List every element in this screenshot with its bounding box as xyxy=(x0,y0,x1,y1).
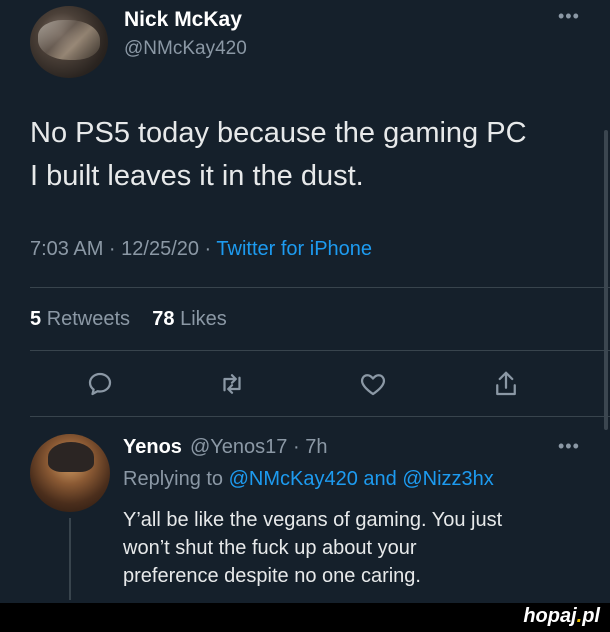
retweets-label: Retweets xyxy=(46,308,131,330)
author-name[interactable]: Nick McKay xyxy=(124,8,242,32)
reply-icon xyxy=(88,372,112,396)
logo-text: hopaj xyxy=(523,605,577,627)
more-options-icon[interactable]: ••• xyxy=(558,6,580,27)
reply-button[interactable] xyxy=(80,364,120,404)
site-logo: hopaj.pl xyxy=(523,605,600,628)
mention-and: and xyxy=(357,468,403,490)
replying-prefix: Replying to xyxy=(123,468,229,490)
mention-link[interactable]: @Nizz3hx xyxy=(402,468,493,490)
tweet-text-line: I built leaves it in the dust. xyxy=(30,160,364,192)
reply-text: Y’all be like the vegans of gaming. You … xyxy=(123,506,593,590)
likes-label: Likes xyxy=(180,308,227,330)
divider xyxy=(30,287,610,288)
likes-stat[interactable]: 78 Likes xyxy=(152,308,227,330)
retweet-icon xyxy=(223,374,241,394)
avatar[interactable] xyxy=(30,6,108,78)
reply-author-name[interactable]: Yenos xyxy=(123,436,182,459)
mention-link[interactable]: @NMcKay420 xyxy=(229,468,358,490)
tweet-timestamp: 7:03 AM · 12/25/20 · xyxy=(30,238,217,260)
share-icon xyxy=(496,371,516,396)
like-button[interactable] xyxy=(353,364,393,404)
replying-to: Replying to @NMcKay420 and @Nizz3hx xyxy=(123,468,494,491)
tweet-source-link[interactable]: Twitter for iPhone xyxy=(216,238,372,260)
retweets-count: 5 xyxy=(30,308,42,330)
avatar[interactable] xyxy=(30,434,110,512)
scrollbar[interactable] xyxy=(604,130,608,430)
reply-tweet[interactable]: Yenos @Yenos17 · 7h ••• Replying to @NMc… xyxy=(0,420,610,600)
divider xyxy=(30,350,610,351)
tweet-actions xyxy=(0,364,610,404)
author-handle[interactable]: @NMcKay420 xyxy=(124,38,247,60)
share-button[interactable] xyxy=(486,364,526,404)
heart-icon xyxy=(360,374,386,396)
main-tweet: Nick McKay @NMcKay420 ••• No PS5 today b… xyxy=(0,0,610,420)
tweet-text-line: No PS5 today because the gaming PC xyxy=(30,117,527,149)
more-options-icon[interactable]: ••• xyxy=(558,436,580,457)
divider xyxy=(30,416,610,417)
tweet-meta: 7:03 AM · 12/25/20 · Twitter for iPhone xyxy=(30,238,372,261)
logo-tld: pl xyxy=(582,605,600,627)
tweet-text: No PS5 today because the gaming PC I bui… xyxy=(30,112,590,198)
likes-count: 78 xyxy=(152,308,175,330)
watermark-bar: hopaj.pl xyxy=(0,603,610,632)
thread-line xyxy=(69,518,71,600)
tweet-stats: 5 Retweets 78 Likes xyxy=(30,308,227,331)
retweets-stat[interactable]: 5 Retweets xyxy=(30,308,130,330)
reply-author-handle[interactable]: @Yenos17 · 7h xyxy=(190,436,327,459)
reply-text-line: won’t shut the fuck up about your xyxy=(123,537,417,559)
retweet-button[interactable] xyxy=(212,364,252,404)
reply-text-line: Y’all be like the vegans of gaming. You … xyxy=(123,509,503,531)
reply-text-line: preference despite no one caring. xyxy=(123,565,421,587)
